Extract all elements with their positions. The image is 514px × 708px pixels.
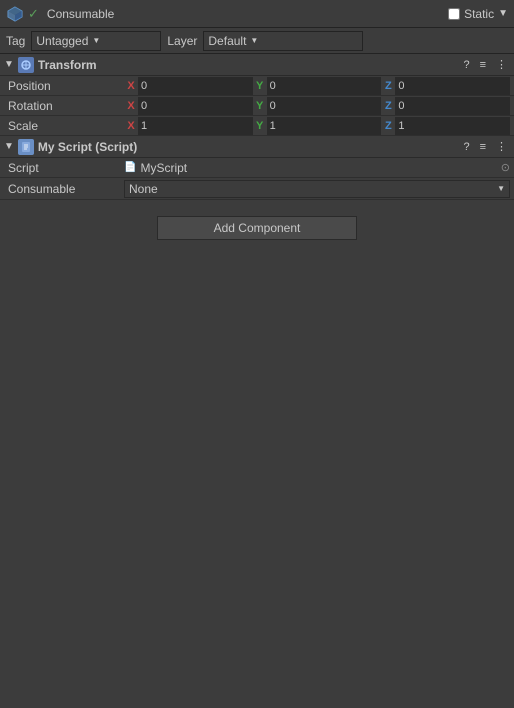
- scale-x-label: X: [124, 120, 138, 132]
- layer-label: Layer: [167, 34, 197, 48]
- script-filename: MyScript: [140, 161, 187, 175]
- object-name-input[interactable]: [43, 5, 448, 23]
- layer-value: Default: [208, 34, 246, 48]
- scale-label: Scale: [4, 119, 124, 133]
- position-xyz: X Y Z: [124, 77, 510, 95]
- transform-help-btn[interactable]: ?: [460, 58, 472, 72]
- static-section: Static ▼: [448, 7, 508, 21]
- transform-icon: [18, 57, 34, 73]
- tag-layer-bar: Tag Untagged ▼ Layer Default ▼: [0, 28, 514, 54]
- rotation-label: Rotation: [4, 99, 124, 113]
- position-y-field: Y: [253, 77, 382, 95]
- scale-x-input[interactable]: [138, 117, 253, 135]
- scale-xyz: X Y Z: [124, 117, 510, 135]
- top-bar: ✓ Static ▼: [0, 0, 514, 28]
- consumable-dropdown-arrow: ▼: [497, 184, 505, 193]
- position-x-label: X: [124, 80, 138, 92]
- position-row: Position X Y Z: [0, 76, 514, 96]
- rotation-z-input[interactable]: [395, 97, 510, 115]
- transform-overflow-btn[interactable]: ⋮: [493, 57, 510, 72]
- myscript-section-header: ▼ My Script (Script) ? ≡ ⋮: [0, 136, 514, 158]
- myscript-title: My Script (Script): [38, 140, 461, 154]
- static-dropdown-arrow[interactable]: ▼: [498, 8, 508, 19]
- position-y-label: Y: [253, 80, 267, 92]
- consumable-label: Consumable: [4, 182, 124, 196]
- position-y-input[interactable]: [267, 77, 382, 95]
- script-prop-label: Script: [4, 161, 124, 175]
- tag-dropdown-arrow: ▼: [92, 36, 100, 45]
- tag-label: Tag: [6, 34, 25, 48]
- layer-dropdown-arrow: ▼: [250, 36, 258, 45]
- position-z-label: Z: [381, 80, 395, 92]
- script-row: Script 📄 MyScript ⊙: [0, 158, 514, 178]
- rotation-y-input[interactable]: [267, 97, 382, 115]
- scale-y-field: Y: [253, 117, 382, 135]
- position-z-field: Z: [381, 77, 510, 95]
- transform-section-header: ▼ Transform ? ≡ ⋮: [0, 54, 514, 76]
- myscript-settings-btn[interactable]: ≡: [477, 140, 489, 154]
- script-value: 📄 MyScript: [124, 161, 501, 175]
- rotation-y-field: Y: [253, 97, 382, 115]
- tag-value: Untagged: [36, 34, 88, 48]
- transform-actions: ? ≡ ⋮: [460, 57, 510, 72]
- add-component-button[interactable]: Add Component: [157, 216, 357, 240]
- scale-z-label: Z: [381, 120, 395, 132]
- myscript-properties: Script 📄 MyScript ⊙ Consumable None ▼: [0, 158, 514, 200]
- rotation-x-input[interactable]: [138, 97, 253, 115]
- script-file-icon: 📄: [124, 162, 136, 173]
- myscript-actions: ? ≡ ⋮: [460, 139, 510, 154]
- rotation-y-label: Y: [253, 100, 267, 112]
- transform-title: Transform: [38, 58, 461, 72]
- static-checkbox[interactable]: [448, 8, 460, 20]
- empty-area: [0, 248, 514, 708]
- consumable-row: Consumable None ▼: [0, 178, 514, 200]
- scale-row: Scale X Y Z: [0, 116, 514, 136]
- rotation-x-field: X: [124, 97, 253, 115]
- scale-y-input[interactable]: [267, 117, 382, 135]
- active-checkmark[interactable]: ✓: [28, 6, 39, 22]
- tag-dropdown[interactable]: Untagged ▼: [31, 31, 161, 51]
- script-target-icon[interactable]: ⊙: [501, 161, 510, 174]
- rotation-z-field: Z: [381, 97, 510, 115]
- game-object-icon: [6, 5, 24, 23]
- rotation-row: Rotation X Y Z: [0, 96, 514, 116]
- position-z-input[interactable]: [395, 77, 510, 95]
- scale-z-field: Z: [381, 117, 510, 135]
- consumable-dropdown[interactable]: None ▼: [124, 180, 510, 198]
- scale-y-label: Y: [253, 120, 267, 132]
- myscript-overflow-btn[interactable]: ⋮: [493, 139, 510, 154]
- scale-x-field: X: [124, 117, 253, 135]
- rotation-z-label: Z: [381, 100, 395, 112]
- add-component-label: Add Component: [214, 221, 301, 235]
- static-label: Static: [464, 7, 494, 21]
- scale-z-input[interactable]: [395, 117, 510, 135]
- transform-properties: Position X Y Z Rotation X Y: [0, 76, 514, 136]
- rotation-x-label: X: [124, 100, 138, 112]
- myscript-help-btn[interactable]: ?: [460, 140, 472, 154]
- position-x-field: X: [124, 77, 253, 95]
- myscript-toggle[interactable]: ▼: [4, 141, 14, 152]
- consumable-value: None: [129, 182, 158, 196]
- position-label: Position: [4, 79, 124, 93]
- layer-dropdown[interactable]: Default ▼: [203, 31, 363, 51]
- position-x-input[interactable]: [138, 77, 253, 95]
- rotation-xyz: X Y Z: [124, 97, 510, 115]
- myscript-icon: [18, 139, 34, 155]
- transform-toggle[interactable]: ▼: [4, 59, 14, 70]
- transform-settings-btn[interactable]: ≡: [477, 58, 489, 72]
